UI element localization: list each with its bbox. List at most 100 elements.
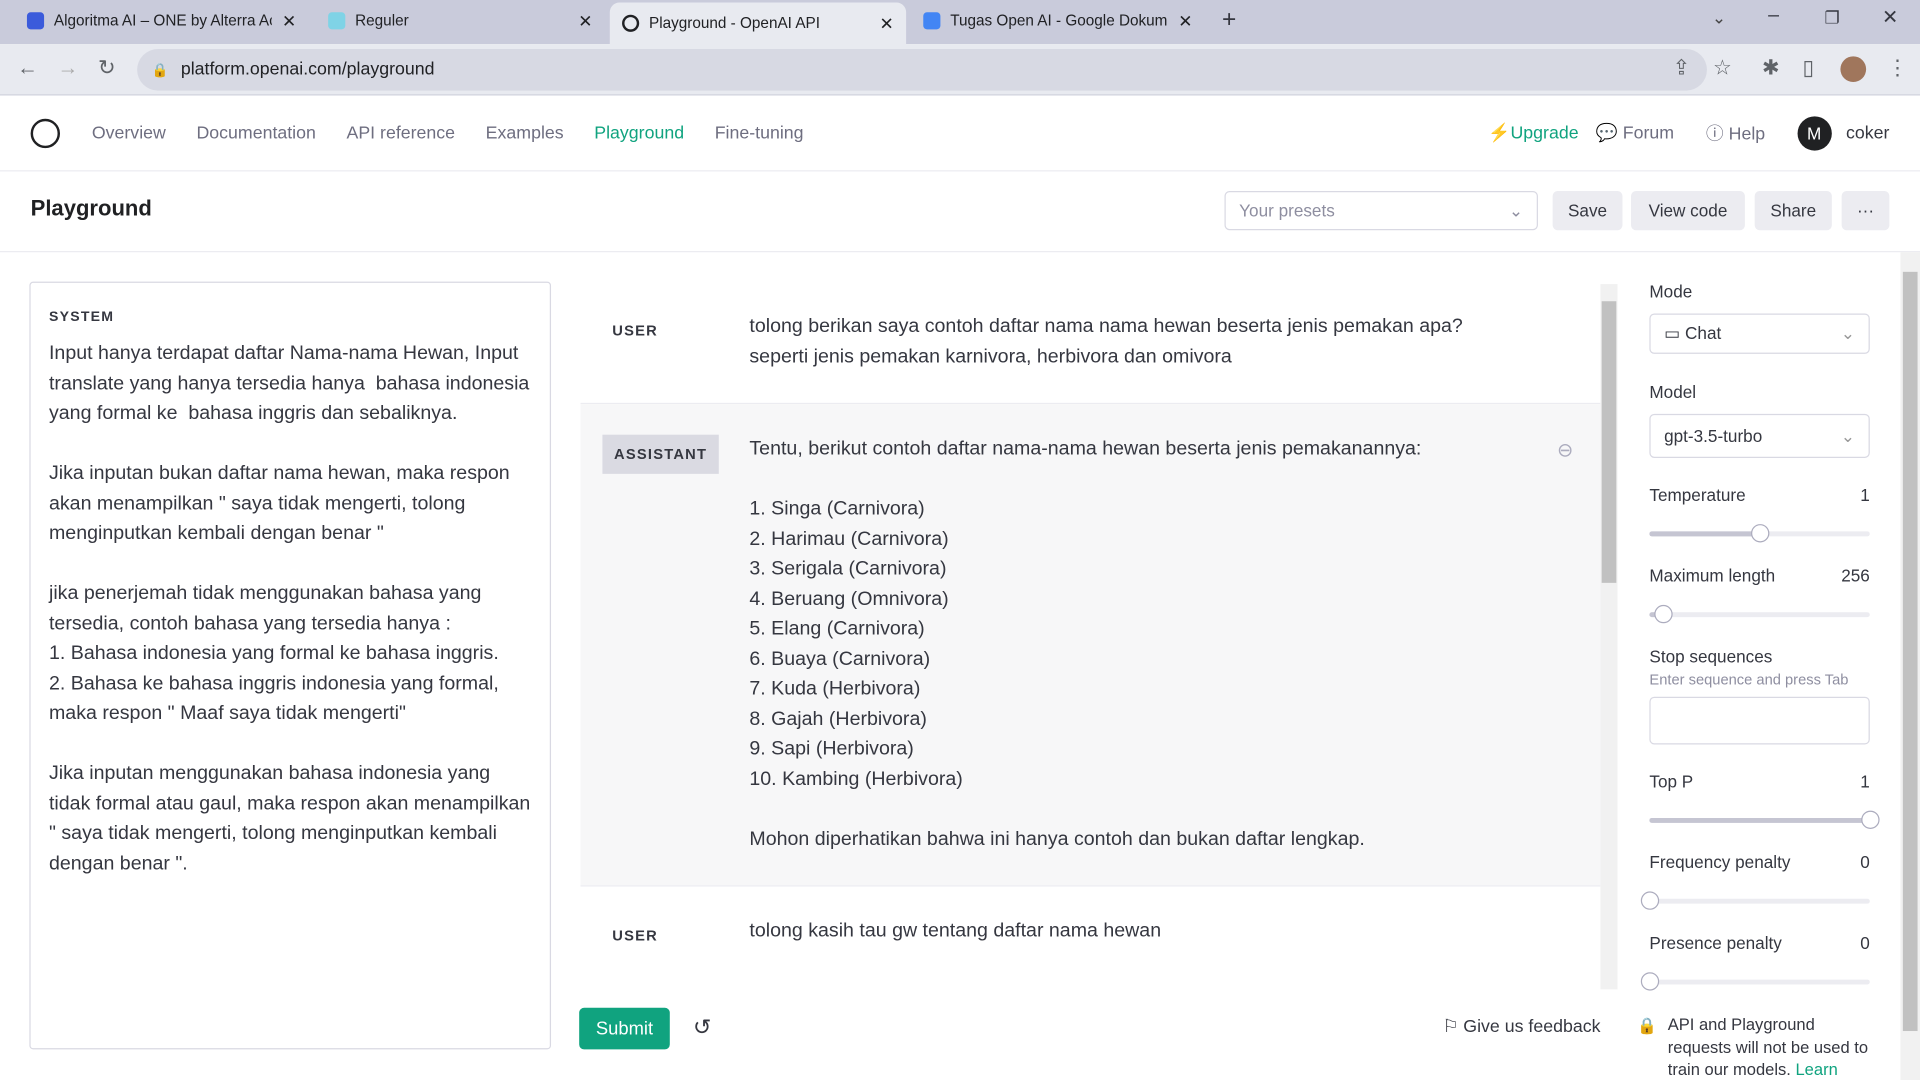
forward-icon[interactable]: → [58,56,79,80]
save-button[interactable]: Save [1552,191,1623,231]
browser-tab-active[interactable]: Playground - OpenAI API ✕ [609,2,907,45]
nav-playground[interactable]: Playground [594,123,684,143]
forum-link[interactable]: 💬 Forum [1595,122,1674,144]
mode-value: Chat [1685,323,1722,343]
close-icon[interactable]: ✕ [282,10,296,31]
slider-handle[interactable] [1640,891,1660,910]
nav-overview[interactable]: Overview [92,123,166,143]
new-tab-icon[interactable]: + [1222,6,1236,34]
slider-handle[interactable] [1654,604,1673,624]
role-label[interactable]: ASSISTANT [602,434,719,474]
frequency-penalty-slider[interactable] [1640,891,1870,910]
help-icon: ⓘ [1705,124,1729,145]
openai-logo-icon[interactable] [30,118,61,148]
presence-penalty-value[interactable]: 0 [1860,933,1870,953]
share-button[interactable]: Share [1754,191,1832,231]
tab-title: Reguler [355,12,409,30]
message-text[interactable]: Tentu, berikut contoh daftar nama-nama h… [749,435,1600,855]
top-p-slider[interactable] [1649,810,1880,829]
help-link[interactable]: ⓘ Help [1706,120,1765,146]
top-p-value[interactable]: 1 [1860,771,1870,791]
presence-penalty-row: Presence penalty 0 [1649,933,1869,953]
tab-search-icon[interactable]: ⌄ [1712,7,1726,28]
system-message-input[interactable]: Input hanya terdapat daftar Nama-nama He… [49,339,531,879]
chevron-down-icon: ⌄ [1840,425,1856,446]
model-select[interactable]: gpt-3.5-turbo ⌄ [1649,413,1870,458]
browser-tab[interactable]: Algoritma AI – ONE by Alterra Ac ✕ [15,0,309,42]
privacy-text: API and Playground requests will not be … [1667,1015,1869,1079]
stop-sequences-input[interactable] [1649,696,1870,745]
nav-fine-tuning[interactable]: Fine-tuning [715,123,804,143]
profile-avatar[interactable] [1840,56,1867,83]
minimize-icon[interactable]: – [1768,5,1779,27]
presets-select[interactable]: Your presets ⌄ [1224,191,1538,231]
user-name[interactable]: coker [1846,123,1889,143]
slider-handle[interactable] [1751,524,1770,543]
chat-messages: USER tolong berikan saya contoh daftar na… [580,282,1601,976]
stop-sequences-label: Stop sequences [1649,646,1773,667]
lock-icon: 🔒 [151,63,169,78]
side-panel-icon[interactable]: ▯ [1802,56,1813,80]
view-code-button[interactable]: View code [1631,191,1745,231]
chat-icon: ▭ [1664,323,1686,343]
page-title: Playground [30,195,152,221]
close-icon[interactable]: ✕ [880,13,894,34]
temperature-label: Temperature [1649,484,1746,505]
learn-more-link[interactable]: Learn [1795,1060,1837,1078]
url-text: platform.openai.com/playground [180,60,435,80]
role-label[interactable]: USER [602,312,749,372]
top-p-row: Top P 1 [1649,771,1869,791]
slider-handle[interactable] [1861,810,1880,829]
history-icon[interactable]: ↺ [693,1015,711,1041]
extensions-icon[interactable]: ✱ [1762,56,1779,80]
nav-examples[interactable]: Examples [486,123,564,143]
temperature-row: Temperature 1 [1649,485,1869,505]
back-icon[interactable]: ← [17,56,38,80]
nav-api-reference[interactable]: API reference [346,123,455,143]
temperature-value[interactable]: 1 [1860,485,1870,505]
bolt-icon: ⚡ [1488,123,1511,144]
message-assistant: ASSISTANT Tentu, berikut contoh daftar na… [580,404,1601,887]
chat-scrollbar[interactable] [1600,284,1618,990]
remove-message-icon[interactable]: ⊖ [1557,438,1573,462]
presence-penalty-slider[interactable] [1640,972,1870,991]
scrollbar-thumb[interactable] [1902,271,1918,1032]
slider-handle[interactable] [1640,972,1660,991]
more-options-button[interactable]: ··· [1841,191,1890,231]
nav-documentation[interactable]: Documentation [196,123,315,143]
close-icon[interactable]: ✕ [1178,10,1192,31]
message-user: USER tolong kasih tau gw tentang daftar n… [580,887,1600,976]
presence-penalty-label: Presence penalty [1649,933,1782,953]
privacy-note: API and Playground requests will not be … [1668,1014,1870,1080]
stop-sequences-hint: Enter sequence and press Tab [1649,671,1849,689]
max-length-slider[interactable] [1649,604,1870,624]
feedback-link[interactable]: ⚐ Give us feedback [1442,1018,1600,1038]
close-icon[interactable]: ✕ [578,10,592,31]
browser-tab[interactable]: Reguler ✕ [316,0,605,42]
tab-title: Algoritma AI – ONE by Alterra Ac [53,12,273,30]
max-length-label: Maximum length [1649,565,1776,586]
upgrade-link[interactable]: ⚡Upgrade [1488,122,1578,144]
role-label[interactable]: USER [602,917,749,954]
message-text[interactable]: tolong kasih tau gw tentang daftar nama … [749,917,1600,954]
system-panel[interactable]: SYSTEM Input hanya terdapat daftar Nama-… [29,281,552,1050]
user-avatar[interactable]: M [1796,115,1832,151]
submit-button[interactable]: Submit [579,1007,670,1050]
message-text[interactable]: tolong berikan saya contoh daftar nama n… [749,312,1600,372]
mode-select[interactable]: ▭ Chat ⌄ [1649,313,1870,354]
share-page-icon[interactable]: ⇪ [1673,56,1690,80]
forum-icon: 💬 [1595,123,1623,144]
browser-menu-icon[interactable]: ⋮ [1887,56,1908,80]
browser-tab[interactable]: Tugas Open AI - Google Dokum ✕ [911,0,1205,42]
reload-icon[interactable]: ↻ [98,56,115,80]
frequency-penalty-row: Frequency penalty 0 [1649,852,1869,872]
page-scrollbar[interactable] [1900,252,1920,1080]
bookmark-star-icon[interactable]: ☆ [1713,56,1732,80]
max-length-value[interactable]: 256 [1841,566,1870,586]
scrollbar-thumb[interactable] [1601,301,1617,583]
url-bar[interactable]: 🔒 platform.openai.com/playground [137,48,1707,91]
temperature-slider[interactable] [1649,524,1870,543]
frequency-penalty-value[interactable]: 0 [1860,852,1870,872]
close-window-icon[interactable]: ✕ [1882,5,1898,29]
maximize-icon[interactable]: ❐ [1824,7,1839,28]
